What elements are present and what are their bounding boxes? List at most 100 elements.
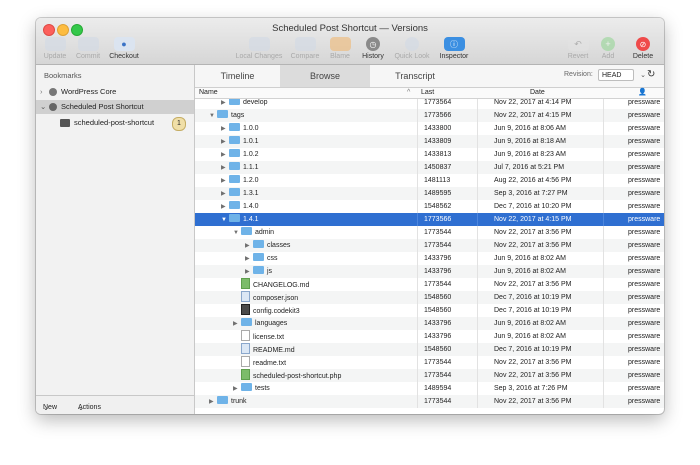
- table-row[interactable]: ▶ languages 1433796 Jun 9, 2016 at 8:02 AM p…: [195, 317, 664, 330]
- author-cell: pressware: [628, 346, 661, 353]
- table-row[interactable]: ▼ admin 1773544 Nov 22, 2017 at 3:56 PM pres…: [195, 226, 664, 239]
- column-divider: [417, 369, 418, 382]
- disclosure-closed-icon: ›: [40, 87, 43, 96]
- column-name[interactable]: Name: [199, 88, 218, 98]
- table-row[interactable]: README.md 1548560 Dec 7, 2016 at 10:19 PM p…: [195, 343, 664, 356]
- column-divider: [603, 148, 604, 161]
- author-column-icon[interactable]: 👤: [638, 88, 647, 98]
- name-cell: ▶ 1.0.2: [221, 148, 259, 162]
- date-cell: Dec 7, 2016 at 10:19 PM: [494, 294, 572, 301]
- checkout-icon: ●: [113, 37, 135, 51]
- checkout-button[interactable]: ● Checkout: [106, 37, 142, 60]
- last-revision-cell: 1773544: [424, 229, 452, 236]
- table-row[interactable]: ▶ 1.4.0 1548562 Dec 7, 2016 at 10:20 PM pres…: [195, 200, 664, 213]
- update-icon: [44, 37, 66, 51]
- author-cell: pressware: [628, 112, 661, 119]
- table-row[interactable]: ▶ 1.2.0 1481113 Aug 22, 2016 at 4:56 PM pres…: [195, 174, 664, 187]
- blame-label: Blame: [330, 53, 350, 60]
- table-row[interactable]: ▶ 1.3.1 1489595 Sep 3, 2016 at 7:27 PM press…: [195, 187, 664, 200]
- column-date[interactable]: Date: [530, 88, 545, 98]
- author-cell: pressware: [628, 138, 661, 145]
- table-row[interactable]: ▶ tests 1489594 Sep 3, 2016 at 7:26 PM press…: [195, 382, 664, 395]
- sidebar-item-wordpress-core[interactable]: › WordPress Core: [36, 85, 194, 99]
- name-cell: composer.json: [233, 291, 298, 305]
- file-browser: ▶ develop 1773564 Nov 22, 2017 at 4:14 PM pr…: [195, 99, 664, 414]
- column-divider: [603, 291, 604, 304]
- column-divider: [603, 395, 604, 408]
- last-revision-cell: 1548560: [424, 346, 452, 353]
- delete-label: Delete: [632, 53, 654, 60]
- delete-button[interactable]: ⊘ Delete: [628, 37, 658, 60]
- refresh-icon[interactable]: ↻: [647, 69, 655, 80]
- inspector-label: Inspector: [439, 53, 469, 60]
- quick-look-button[interactable]: Quick Look: [390, 37, 434, 60]
- table-row[interactable]: ▶ css 1433796 Jun 9, 2016 at 8:02 AM presswa…: [195, 252, 664, 265]
- tab-timeline[interactable]: Timeline: [195, 65, 280, 87]
- column-divider: [417, 382, 418, 395]
- last-revision-cell: 1433796: [424, 255, 452, 262]
- author-cell: pressware: [628, 268, 661, 275]
- table-row[interactable]: config.codekit3 1548560 Dec 7, 2016 at 10:…: [195, 304, 664, 317]
- table-row[interactable]: ▶ 1.0.2 1433813 Jun 9, 2016 at 8:23 AM press…: [195, 148, 664, 161]
- folder-icon: [229, 175, 240, 183]
- table-row[interactable]: ▼ tags 1773566 Nov 22, 2017 at 4:15 PM press…: [195, 109, 664, 122]
- update-button[interactable]: Update: [40, 37, 70, 60]
- folder-icon: [229, 149, 240, 157]
- name-cell: ▶ classes: [245, 239, 290, 253]
- inspector-button[interactable]: ⓘ Inspector: [436, 37, 472, 60]
- local-changes-button[interactable]: Local Changes: [232, 37, 286, 60]
- window-title: Scheduled Post Shortcut — Versions: [272, 23, 428, 34]
- column-divider: [477, 122, 478, 135]
- column-divider: [477, 382, 478, 395]
- sidebar-item-working-copy[interactable]: scheduled-post-shortcut 1: [36, 116, 194, 131]
- table-row[interactable]: license.txt 1433796 Jun 9, 2016 at 8:02 AM…: [195, 330, 664, 343]
- last-revision-cell: 1489594: [424, 385, 452, 392]
- column-divider: [417, 304, 418, 317]
- table-row[interactable]: ▶ 1.0.1 1433809 Jun 9, 2016 at 8:18 AM press…: [195, 135, 664, 148]
- repository-icon: [49, 88, 57, 96]
- folder-icon: [241, 227, 252, 235]
- column-divider: [603, 122, 604, 135]
- table-row[interactable]: ▶ js 1433796 Jun 9, 2016 at 8:02 AM presswar…: [195, 265, 664, 278]
- table-row[interactable]: ▼ 1.4.1 1773566 Nov 22, 2017 at 4:15 PM pres…: [195, 213, 664, 226]
- local-changes-label: Local Changes: [235, 53, 283, 60]
- table-row[interactable]: ▶ 1.0.0 1433800 Jun 9, 2016 at 8:06 AM press…: [195, 122, 664, 135]
- name-cell: ▶ 1.0.0: [221, 122, 259, 136]
- column-last[interactable]: Last: [421, 88, 434, 98]
- column-divider: [417, 330, 418, 343]
- date-cell: Jun 9, 2016 at 8:23 AM: [494, 151, 566, 158]
- last-revision-cell: 1548560: [424, 307, 452, 314]
- column-divider: [417, 317, 418, 330]
- table-row[interactable]: CHANGELOG.md 1773544 Nov 22, 2017 at 3:56 …: [195, 278, 664, 291]
- table-row[interactable]: ▶ trunk 1773544 Nov 22, 2017 at 3:56 PM pres…: [195, 395, 664, 408]
- table-row[interactable]: readme.txt 1773544 Nov 22, 2017 at 3:56 PM…: [195, 356, 664, 369]
- column-divider: [477, 213, 478, 226]
- tab-transcript[interactable]: Transcript: [370, 65, 460, 87]
- history-button[interactable]: ◷ History: [358, 37, 388, 60]
- table-row[interactable]: scheduled-post-shortcut.php 1773544 Nov 22…: [195, 369, 664, 382]
- file-icon: [241, 369, 250, 380]
- disclosure-closed-icon[interactable]: ▶: [209, 396, 217, 409]
- table-row[interactable]: composer.json 1548560 Dec 7, 2016 at 10:19…: [195, 291, 664, 304]
- column-divider: [477, 343, 478, 356]
- disclosure-open-icon: ⌄: [40, 102, 47, 111]
- table-row[interactable]: ▶ classes 1773544 Nov 22, 2017 at 3:56 PM pr…: [195, 239, 664, 252]
- last-revision-cell: 1489595: [424, 190, 452, 197]
- tab-browse[interactable]: Browse: [280, 65, 370, 87]
- last-revision-cell: 1481113: [424, 177, 451, 184]
- table-row[interactable]: ▶ 1.1.1 1450837 Jul 7, 2016 at 5:21 PM press…: [195, 161, 664, 174]
- column-divider: [417, 278, 418, 291]
- commit-button[interactable]: Commit: [72, 37, 104, 60]
- file-name: languages: [255, 320, 288, 327]
- revision-select[interactable]: HEAD ⌄: [598, 69, 646, 81]
- name-cell: readme.txt: [233, 356, 286, 370]
- add-button[interactable]: + Add: [596, 37, 620, 60]
- table-row[interactable]: ▶ develop 1773564 Nov 22, 2017 at 4:14 PM pr…: [195, 99, 664, 109]
- compare-button[interactable]: Compare: [288, 37, 322, 60]
- column-divider: [417, 356, 418, 369]
- history-label: History: [362, 53, 384, 60]
- sort-ascending-icon: ^: [407, 89, 411, 96]
- blame-button[interactable]: Blame: [326, 37, 354, 60]
- revert-button[interactable]: ↶ Revert: [564, 37, 592, 60]
- sidebar-item-scheduled-post-shortcut[interactable]: ⌄ Scheduled Post Shortcut: [36, 100, 194, 114]
